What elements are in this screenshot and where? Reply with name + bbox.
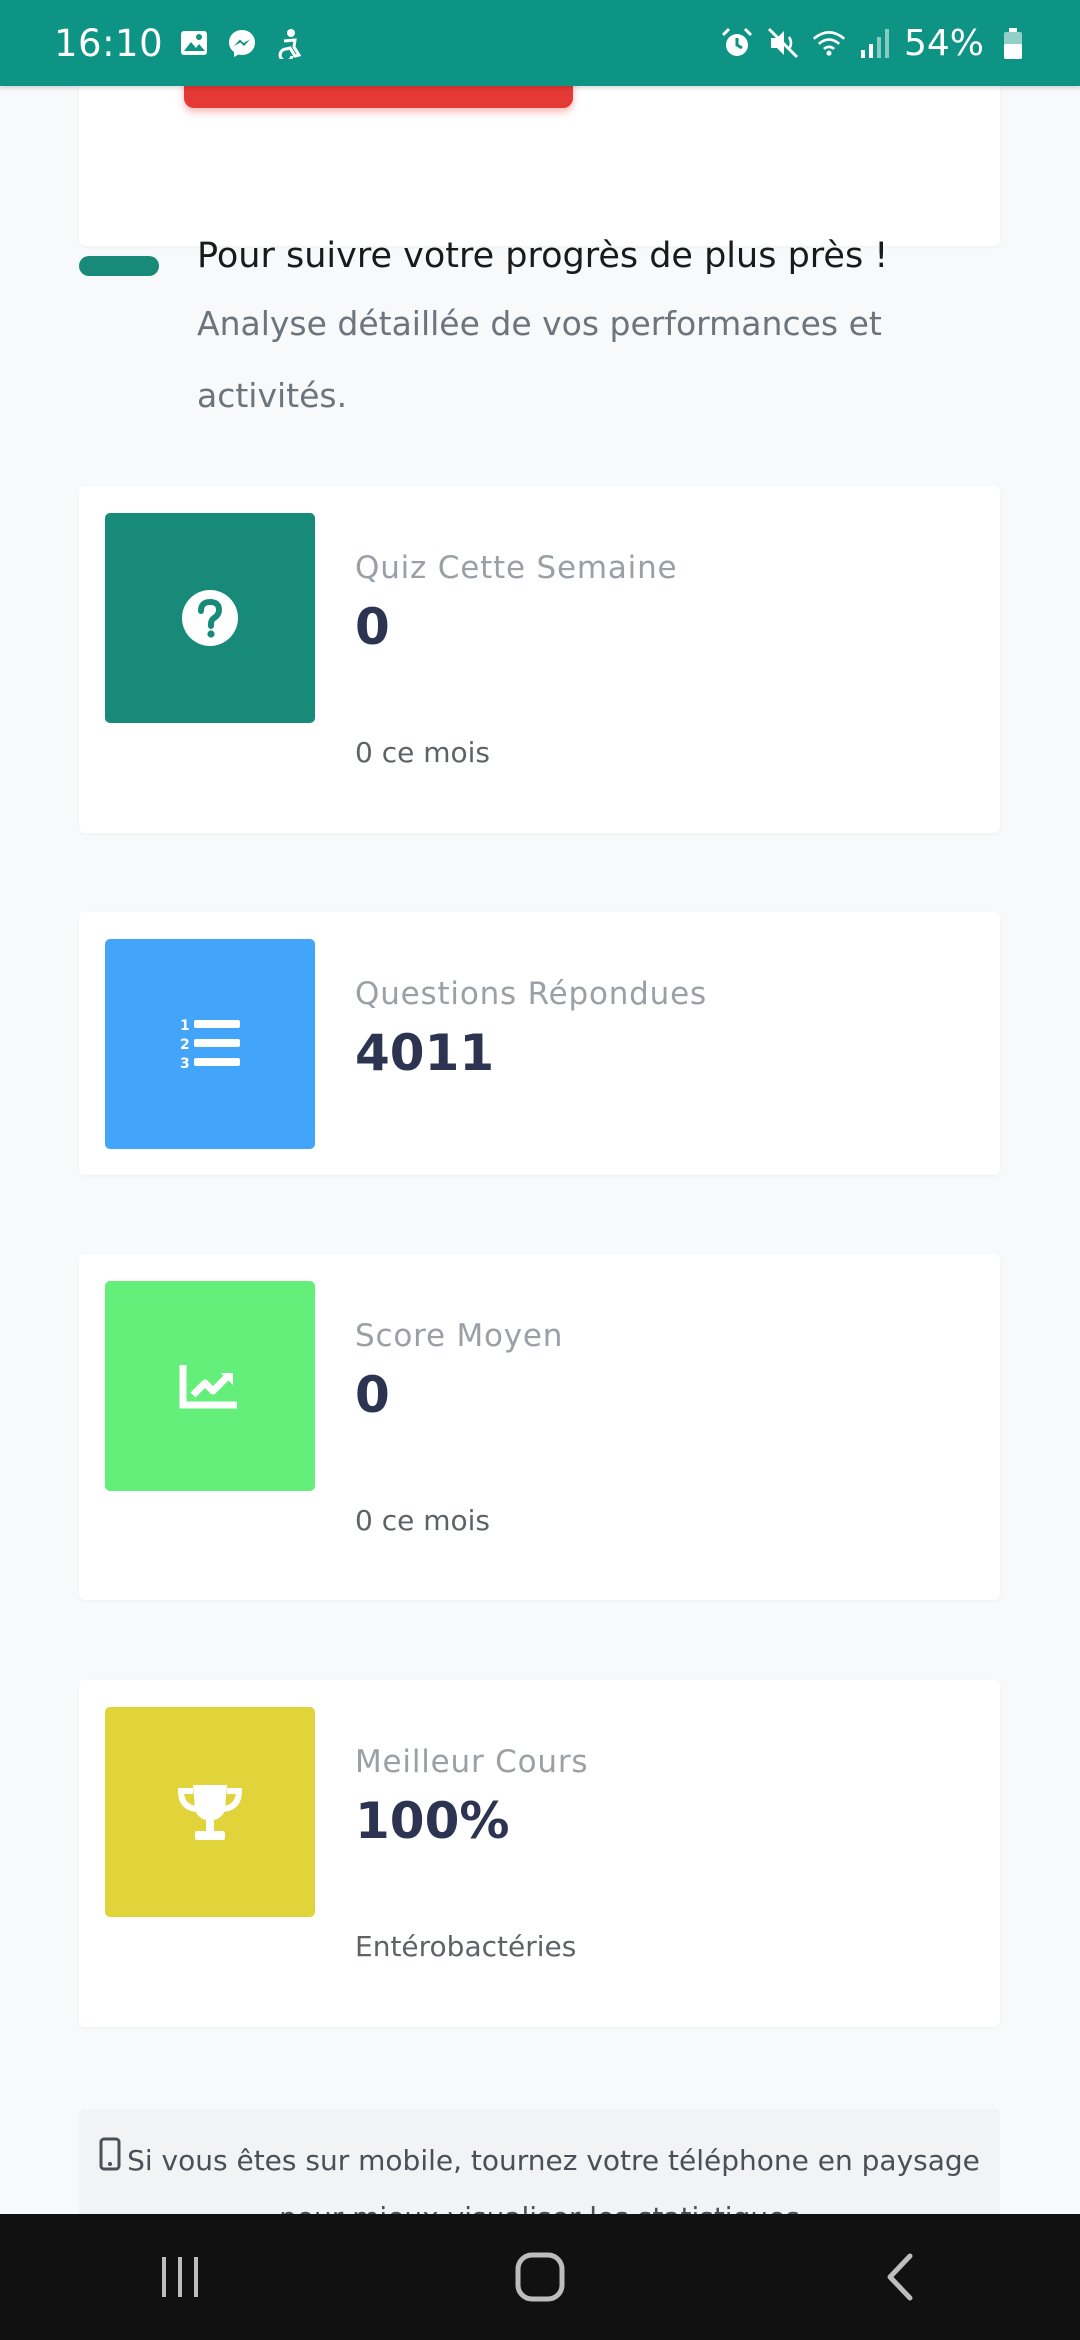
stat-card-questions-answered: 1 2 3 Questions Répondues 4011 [79, 912, 1000, 1175]
stat-icon-box [105, 513, 315, 723]
battery-icon [996, 26, 1030, 60]
svg-text:2: 2 [180, 1037, 190, 1053]
home-icon [515, 2252, 565, 2302]
alarm-icon [720, 26, 754, 60]
stat-icon-box [105, 1707, 315, 1917]
system-nav-bar [0, 2214, 1080, 2340]
action-button[interactable] [184, 86, 573, 108]
back-button[interactable] [840, 2237, 960, 2317]
stat-value: 100% [355, 1792, 510, 1850]
stat-subtext: 0 ce mois [355, 736, 491, 769]
mobile-phone-icon [99, 2134, 121, 2190]
status-time: 16:10 [54, 21, 164, 65]
trophy-icon [177, 1785, 243, 1840]
recent-apps-button[interactable] [120, 2237, 240, 2317]
svg-text:3: 3 [180, 1056, 190, 1072]
wifi-icon [812, 26, 846, 60]
messenger-icon [225, 26, 259, 60]
stat-label: Meilleur Cours [355, 1744, 589, 1780]
stat-label: Score Moyen [355, 1318, 564, 1354]
stat-value: 0 [355, 598, 390, 656]
battery-level: 54% [903, 22, 984, 64]
mute-icon [766, 26, 800, 60]
signal-icon [858, 26, 892, 60]
stat-value: 0 [355, 1366, 390, 1424]
stat-icon-box: 1 2 3 [105, 939, 315, 1149]
status-right: 54% [720, 23, 1080, 64]
gallery-icon [177, 26, 211, 60]
page-content: Pour suivre votre progrès de plus près !… [0, 86, 1080, 2214]
stat-icon-box [105, 1281, 315, 1491]
numbered-list-icon: 1 2 3 [180, 1018, 240, 1072]
question-circle-icon [182, 590, 238, 646]
notice-text: Si vous êtes sur mobile, tournez votre t… [127, 2144, 980, 2214]
stat-label: Quiz Cette Semaine [355, 550, 678, 586]
intro-title: Pour suivre votre progrès de plus près ! [197, 236, 889, 276]
back-icon [887, 2253, 913, 2301]
stat-label: Questions Répondues [355, 976, 707, 1012]
accessibility-icon [273, 26, 307, 60]
home-button[interactable] [480, 2237, 600, 2317]
rotate-device-notice: Si vous êtes sur mobile, tournez votre t… [79, 2109, 1000, 2214]
stat-value: 4011 [355, 1024, 495, 1082]
accent-bar [79, 256, 159, 276]
notice-text-wrapper: Si vous êtes sur mobile, tournez votre t… [79, 2133, 1000, 2214]
stat-subtext: 0 ce mois [355, 1504, 491, 1537]
intro-description: Analyse détaillée de vos performances et… [197, 304, 882, 415]
status-left: 16:10 [0, 22, 307, 65]
chart-line-icon [179, 1365, 237, 1409]
stat-card-best-course: Meilleur Cours 100% Entérobactéries [79, 1680, 1000, 2027]
stat-card-average-score: Score Moyen 0 0 ce mois [79, 1254, 1000, 1600]
stat-card-quiz-week: Quiz Cette Semaine 0 0 ce mois [79, 486, 1000, 833]
stat-subtext: Entérobactéries [355, 1930, 577, 1963]
svg-text:1: 1 [180, 1018, 190, 1034]
previous-card [79, 86, 1000, 246]
status-bar: 16:10 54% [0, 0, 1080, 86]
recent-apps-icon [162, 2257, 198, 2297]
